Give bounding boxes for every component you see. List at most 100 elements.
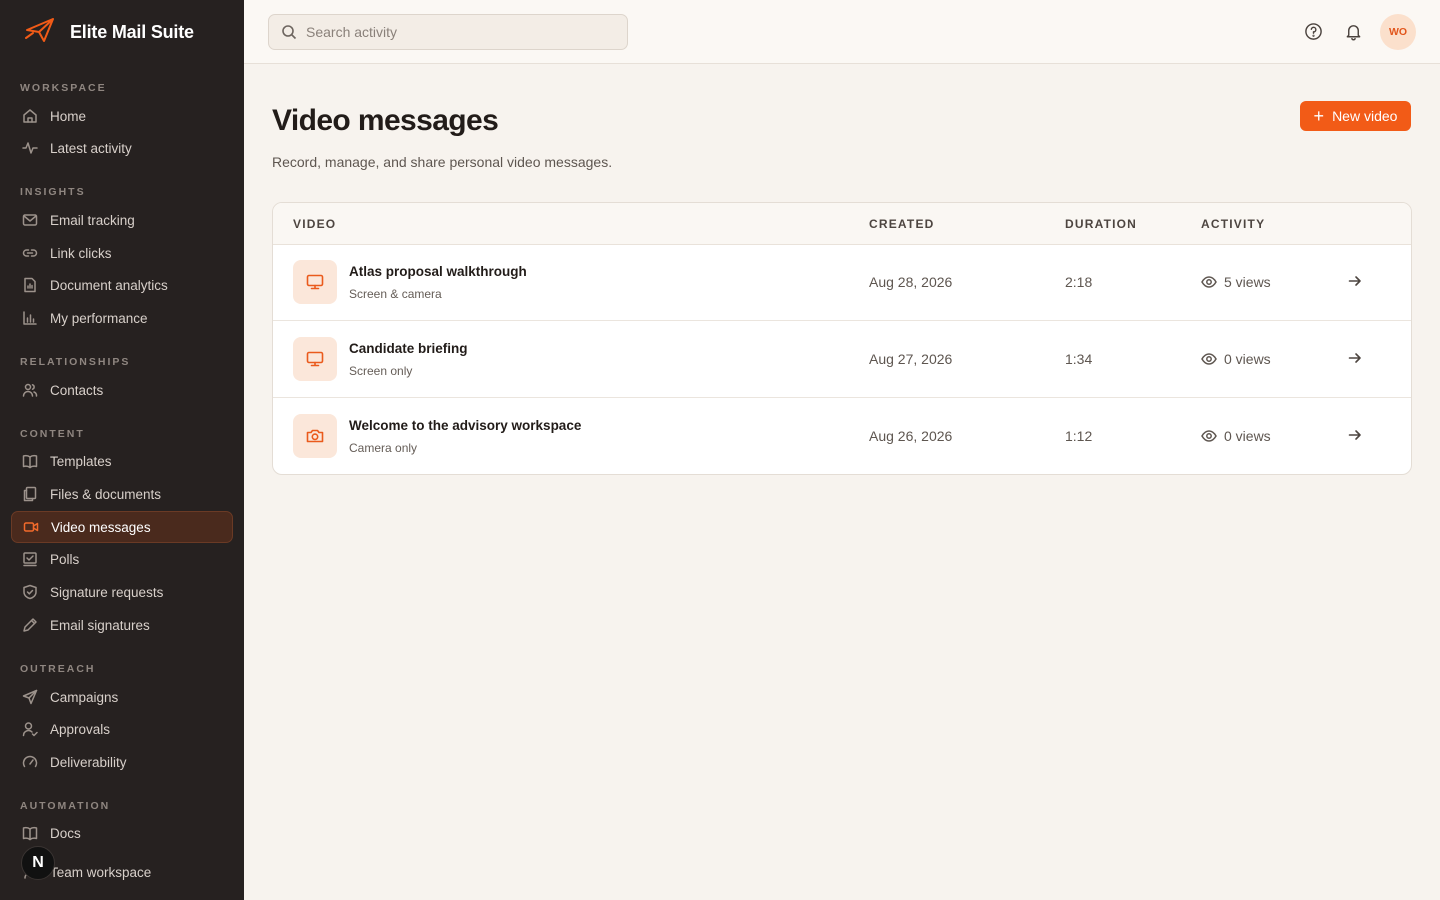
open-video-button[interactable]: [1347, 427, 1365, 445]
sidebar-item-label: Link clicks: [50, 245, 112, 261]
dev-badge[interactable]: N: [21, 846, 55, 880]
column-header-activity[interactable]: ACTIVITY: [1201, 217, 1265, 231]
paper-plane-logo-icon: [24, 16, 56, 49]
table-row[interactable]: Candidate briefing Screen only Aug 27, 2…: [273, 321, 1411, 398]
section-label-automation: AUTOMATION: [20, 800, 111, 812]
new-video-label: New video: [1332, 108, 1398, 124]
sidebar-item-label: My performance: [50, 310, 148, 326]
video-thumbnail: [293, 337, 337, 381]
camera-icon: [306, 429, 324, 443]
app-name: Elite Mail Suite: [70, 21, 194, 42]
arrow-right-icon: [1348, 276, 1361, 286]
sidebar-item-signature-requests[interactable]: Signature requests: [11, 576, 233, 608]
video-activity: 0 views: [1201, 351, 1271, 367]
bell-icon: [1346, 24, 1360, 40]
sidebar-item-video-messages[interactable]: Video messages: [11, 511, 233, 543]
sidebar-item-email-signatures[interactable]: Email signatures: [11, 609, 233, 641]
sidebar-item-my-performance[interactable]: My performance: [11, 302, 233, 334]
created-date: Aug 28, 2026: [869, 274, 953, 290]
view-count: 0 views: [1224, 428, 1271, 444]
created-date: Aug 26, 2026: [869, 428, 953, 444]
avatar[interactable]: WO: [1380, 14, 1416, 50]
table-row[interactable]: Atlas proposal walkthrough Screen & came…: [273, 244, 1411, 321]
section-label-workspace: WORKSPACE: [20, 82, 107, 94]
sidebar-item-deliverability[interactable]: Deliverability: [11, 746, 233, 778]
sidebar-item-email-tracking[interactable]: Email tracking: [11, 204, 233, 236]
topbar: WO: [244, 0, 1440, 64]
sidebar-item-label: Home: [50, 108, 87, 124]
monitor-icon: [306, 351, 324, 367]
video-thumbnail: [293, 414, 337, 458]
sidebar-item-label: Contacts: [50, 382, 104, 398]
video-activity: 5 views: [1201, 274, 1271, 290]
video-type: Screen & camera: [349, 287, 442, 301]
section-label-outreach: OUTREACH: [20, 663, 96, 675]
eye-icon: [1201, 430, 1217, 442]
activity-icon: [22, 142, 38, 154]
sidebar-item-label: Signature requests: [50, 584, 164, 600]
table-row[interactable]: Welcome to the advisory workspace Camera…: [273, 398, 1411, 474]
sidebar-item-contacts[interactable]: Contacts: [11, 374, 233, 406]
sidebar-item-templates[interactable]: Templates: [11, 445, 233, 477]
arrow-right-icon: [1348, 353, 1361, 363]
section-label-insights: INSIGHTS: [20, 186, 86, 198]
view-count: 0 views: [1224, 351, 1271, 367]
sidebar-item-label: Approvals: [50, 721, 111, 737]
column-header-created[interactable]: CREATED: [869, 217, 935, 231]
sidebar-item-label: Files & documents: [50, 486, 162, 502]
book-icon: [22, 454, 38, 469]
sidebar-item-polls[interactable]: Polls: [11, 543, 233, 575]
sidebar-item-label: Polls: [50, 551, 80, 567]
files-icon: [23, 486, 37, 502]
sidebar-item-link-clicks[interactable]: Link clicks: [11, 237, 233, 269]
new-video-button[interactable]: + New video: [1300, 101, 1411, 131]
video-duration: 2:18: [1065, 274, 1093, 290]
search-input[interactable]: [306, 24, 606, 40]
user-check-icon: [22, 722, 38, 737]
help-circle-icon: [1304, 22, 1322, 40]
video-duration: 1:12: [1065, 428, 1093, 444]
pen-icon: [23, 618, 37, 632]
eye-icon: [1201, 353, 1217, 365]
poll-icon: [23, 552, 37, 567]
arrow-right-icon: [1348, 430, 1361, 440]
search-box[interactable]: [268, 14, 628, 50]
view-count: 5 views: [1224, 274, 1271, 290]
sidebar-item-label: Video messages: [51, 519, 151, 535]
sidebar: Elite Mail Suite WORKSPACE Home Latest a…: [0, 0, 244, 900]
video-type: Camera only: [349, 441, 418, 455]
help-button[interactable]: [1302, 20, 1324, 42]
sidebar-item-campaigns[interactable]: Campaigns: [11, 681, 233, 713]
sidebar-item-label: Team workspace: [50, 864, 152, 880]
video-title[interactable]: Welcome to the advisory workspace: [349, 418, 581, 433]
shield-icon: [23, 584, 37, 600]
sidebar-item-home[interactable]: Home: [11, 100, 233, 132]
open-video-button[interactable]: [1347, 273, 1365, 291]
sidebar-item-label: Deliverability: [50, 754, 127, 770]
sidebar-item-label: Campaigns: [50, 689, 119, 705]
gauge-icon: [22, 755, 38, 768]
notifications-button[interactable]: [1342, 20, 1364, 42]
sidebar-item-label: Latest activity: [50, 140, 132, 156]
book-icon: [22, 826, 38, 841]
sidebar-item-approvals[interactable]: Approvals: [11, 713, 233, 745]
video-title[interactable]: Atlas proposal walkthrough: [349, 264, 527, 279]
page-title: Video messages: [272, 104, 499, 137]
column-header-duration[interactable]: DURATION: [1065, 217, 1137, 231]
users-icon: [22, 383, 38, 397]
sidebar-item-label: Email signatures: [50, 617, 150, 633]
open-video-button[interactable]: [1347, 350, 1365, 368]
sidebar-item-latest-activity[interactable]: Latest activity: [11, 132, 233, 164]
sidebar-item-label: Docs: [50, 825, 81, 841]
video-title[interactable]: Candidate briefing: [349, 341, 468, 356]
brand[interactable]: Elite Mail Suite: [24, 17, 194, 47]
send-icon: [22, 689, 38, 705]
created-date: Aug 27, 2026: [869, 351, 953, 367]
sidebar-item-docs[interactable]: Docs: [11, 817, 233, 849]
document-icon: [24, 277, 36, 293]
column-header-video[interactable]: VIDEO: [293, 217, 336, 231]
plus-icon: +: [1313, 106, 1325, 126]
sidebar-item-files-documents[interactable]: Files & documents: [11, 478, 233, 510]
sidebar-item-document-analytics[interactable]: Document analytics: [11, 269, 233, 301]
video-duration: 1:34: [1065, 351, 1093, 367]
